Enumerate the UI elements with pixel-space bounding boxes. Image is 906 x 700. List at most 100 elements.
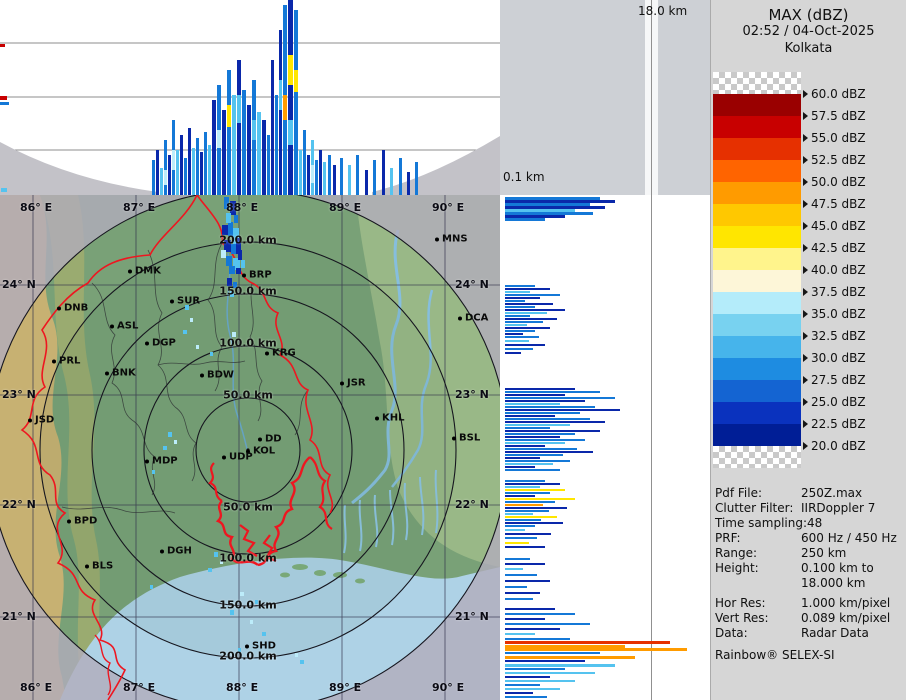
radar-echo	[505, 580, 550, 582]
dbz-scale-label: 35.0 dBZ	[803, 306, 866, 322]
radar-echo	[505, 424, 570, 426]
dbz-scale-cell	[713, 446, 801, 468]
height-axis-min-label: 0.1 km	[503, 170, 545, 184]
radar-echo	[294, 10, 298, 195]
dbz-scale-label: 22.5 dBZ	[803, 416, 866, 432]
radar-echo	[160, 168, 163, 195]
radar-echo	[399, 158, 402, 195]
radar-echo	[505, 403, 560, 405]
dbz-scale-cell	[713, 336, 801, 358]
radar-station-name: Kolkata	[784, 41, 833, 56]
latitude-label: 21° N	[2, 610, 36, 623]
radar-echo	[196, 138, 199, 195]
product-title: MAX (dBZ)	[768, 6, 849, 24]
radar-echo	[505, 312, 547, 314]
radar-echo	[283, 95, 287, 120]
range-ring-label: 150.0 km	[219, 598, 277, 612]
radar-echo	[505, 537, 537, 539]
info-row: 18.000 km	[801, 576, 866, 590]
station-marker-bpd: BPD	[67, 516, 97, 527]
radar-echo	[505, 542, 529, 544]
dbz-scale-cell	[713, 424, 801, 446]
radar-echo	[505, 568, 523, 570]
radar-echo	[505, 598, 533, 600]
radar-echo	[505, 285, 535, 287]
radar-echo	[505, 344, 545, 346]
station-marker-jsd: JSD	[28, 415, 54, 426]
longitude-label: 89° E	[329, 681, 362, 694]
radar-echo	[217, 130, 221, 148]
radar-echo	[315, 160, 318, 195]
radar-echo	[505, 303, 553, 305]
range-ring-label: 150.0 km	[219, 284, 277, 298]
radar-echo	[250, 620, 253, 624]
radar-echo	[279, 30, 282, 195]
radar-echo	[257, 112, 261, 195]
radar-echo	[505, 300, 525, 302]
radar-echo	[232, 95, 236, 195]
station-marker-khl: KHL	[375, 413, 405, 424]
radar-echo	[183, 330, 187, 334]
longitude-label: 88° E	[226, 201, 259, 214]
dbz-scale-label: 27.5 dBZ	[803, 372, 866, 388]
radar-echo	[505, 439, 585, 441]
dbz-scale-label: 42.5 dBZ	[803, 240, 866, 256]
radar-echo	[505, 664, 615, 667]
radar-echo	[505, 418, 590, 420]
radar-echo	[262, 120, 266, 195]
radar-echo	[226, 213, 231, 223]
radar-echo	[505, 451, 593, 453]
radar-echo	[505, 469, 560, 471]
dbz-scale-label: 50.0 dBZ	[803, 174, 866, 190]
radar-echo	[252, 120, 256, 140]
radar-echo	[505, 656, 635, 659]
radar-echo	[227, 105, 231, 127]
top-height-profile-panel	[0, 0, 500, 195]
latitude-label: 22° N	[2, 498, 36, 511]
radar-echo	[168, 155, 171, 195]
radar-echo	[152, 160, 155, 195]
radar-echo	[505, 608, 555, 610]
range-ring-label: 50.0 km	[223, 500, 273, 514]
dbz-scale-cell	[713, 226, 801, 248]
radar-echo	[288, 120, 293, 145]
longitude-label: 90° E	[432, 201, 465, 214]
radar-echo	[168, 432, 172, 437]
radar-echo	[307, 155, 310, 195]
radar-echo	[505, 433, 575, 435]
longitude-label: 87° E	[123, 681, 156, 694]
radar-echo	[241, 260, 245, 268]
radar-echo	[505, 352, 521, 354]
radar-echo	[505, 592, 540, 594]
radar-echo	[505, 519, 541, 521]
radar-echo	[505, 692, 533, 694]
dbz-scale-cell	[713, 160, 801, 182]
radar-echo	[505, 641, 670, 644]
radar-echo	[0, 102, 9, 105]
radar-echo	[299, 150, 302, 195]
radar-echo	[180, 135, 183, 195]
radar-echo	[164, 170, 167, 185]
dbz-scale-cell	[713, 314, 801, 336]
dbz-scale-cell	[713, 380, 801, 402]
radar-echo	[505, 460, 570, 462]
radar-echo	[415, 162, 418, 195]
dbz-scale-cell	[713, 72, 801, 94]
radar-echo	[505, 510, 549, 512]
radar-echo	[505, 480, 545, 482]
radar-echo	[1, 188, 7, 192]
radar-echo	[407, 172, 410, 195]
radar-echo	[505, 394, 565, 396]
radar-echo	[505, 321, 543, 323]
info-row: Data: Radar Data	[715, 626, 869, 640]
radar-echo	[505, 618, 545, 620]
radar-echo	[505, 504, 543, 506]
info-row: Range: 250 km	[715, 546, 847, 560]
info-row: Hor Res: 1.000 km/pixel	[715, 596, 891, 610]
radar-echo	[275, 95, 278, 195]
radar-echo	[222, 110, 226, 195]
radar-echo	[505, 492, 550, 494]
radar-echo	[505, 324, 527, 326]
radar-echo	[505, 400, 585, 402]
radar-echo	[221, 250, 226, 258]
